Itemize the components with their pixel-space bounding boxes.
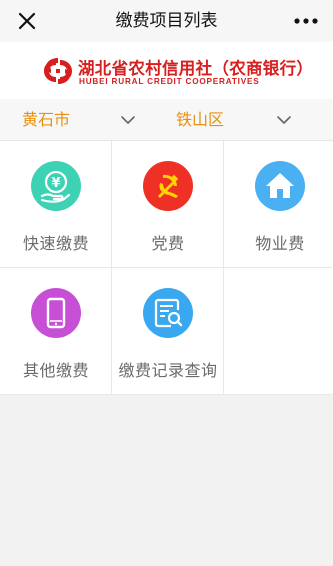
chevron-down-icon (121, 116, 135, 124)
district-select[interactable]: 铁山区 (154, 99, 333, 140)
bank-logo-icon (44, 58, 72, 84)
empty-cell (224, 268, 333, 395)
item-label: 缴费记录查询 (118, 361, 218, 380)
city-label: 黄石市 (22, 110, 71, 129)
more-icon[interactable] (291, 8, 321, 34)
svg-text:¥: ¥ (51, 176, 60, 191)
item-label: 党费 (151, 234, 185, 253)
house-icon (255, 161, 305, 211)
item-other-pay[interactable]: 其他缴费 (0, 268, 112, 395)
page-title: 缴费项目列表 (115, 11, 218, 31)
chevron-down-icon (277, 116, 291, 124)
item-label: 物业费 (255, 234, 305, 253)
bank-banner: 湖北省农村信用社（农商银行） HUBEI RURAL CREDIT COOPER… (0, 42, 333, 99)
nav-bar: 缴费项目列表 (0, 0, 333, 42)
payment-grid: ¥ 快速缴费 党费 物业费 其他缴费 缴费记录查询 (0, 140, 333, 395)
phone-icon (31, 288, 81, 338)
item-label: 其他缴费 (22, 361, 89, 380)
party-fee-icon (143, 161, 193, 211)
city-select[interactable]: 黄石市 (0, 99, 166, 140)
item-quick-pay[interactable]: ¥ 快速缴费 (0, 141, 112, 268)
region-selector: 黄石市 铁山区 (0, 99, 333, 140)
item-property-fee[interactable]: 物业费 (224, 141, 333, 268)
item-party-fee[interactable]: 党费 (112, 141, 224, 268)
item-payment-records[interactable]: 缴费记录查询 (112, 268, 224, 395)
district-label: 铁山区 (176, 110, 225, 129)
bank-name-en: HUBEI RURAL CREDIT COOPERATIVES (79, 77, 260, 86)
quick-pay-icon: ¥ (31, 161, 81, 211)
record-search-icon (143, 288, 193, 338)
item-label: 快速缴费 (22, 234, 89, 253)
bank-name-cn: 湖北省农村信用社（农商银行） (78, 59, 314, 78)
